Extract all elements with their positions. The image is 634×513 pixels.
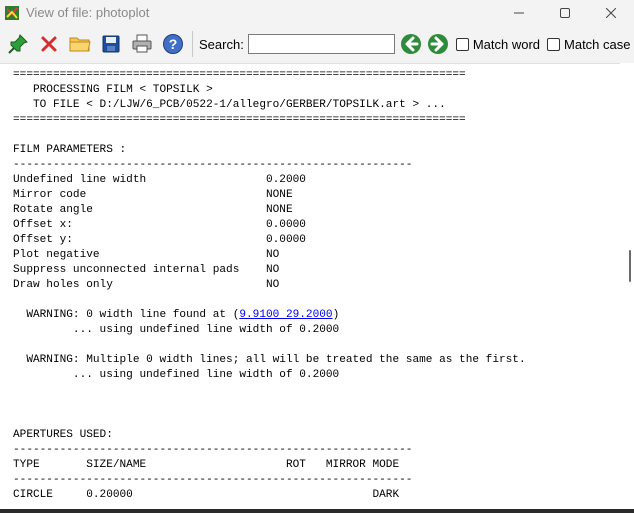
- x-close-icon: [41, 36, 56, 52]
- match-word-label: Match word: [472, 36, 541, 52]
- film-param-value: 0.0000: [265, 234, 306, 246]
- film-param-name: Suppress unconnected internal pads: [13, 264, 266, 276]
- film-param-value: NONE: [265, 204, 293, 216]
- maximize-icon: [560, 7, 570, 18]
- film-param-name: Undefined line width: [13, 174, 266, 186]
- warning-detail-line: ... using undefined line width of 0.2000: [13, 324, 340, 336]
- bottom-edge: [0, 509, 634, 513]
- warning-line: WARNING: 0 width line found at (9.9100 2…: [13, 309, 340, 321]
- apertures-header: APERTURES USED:: [13, 429, 113, 441]
- log-text: ========================================…: [0, 64, 620, 503]
- close-button[interactable]: [588, 0, 634, 25]
- film-param-value: NO: [265, 249, 280, 261]
- toolbar: ? Search: Match word Match case: [0, 25, 634, 63]
- open-button[interactable]: [64, 29, 95, 59]
- film-param-row: Offset y: 0.0000: [13, 234, 306, 246]
- search-input[interactable]: [247, 34, 395, 54]
- film-param-row: Rotate angle NONE: [13, 204, 293, 216]
- to-file-line: TO FILE < D:/LJW/6_PCB/0522-1/allegro/GE…: [13, 99, 446, 111]
- minimize-icon: [514, 12, 524, 13]
- floppy-disk-icon: [102, 35, 119, 53]
- film-params-list: Undefined line width 0.2000 Mirror code …: [13, 174, 306, 291]
- film-params-header: FILM PARAMETERS :: [13, 144, 127, 156]
- processing-line: PROCESSING FILM < TOPSILK >: [13, 84, 213, 96]
- warning-line: WARNING: Multiple 0 width lines; all wil…: [13, 354, 526, 366]
- film-param-name: Mirror code: [13, 189, 266, 201]
- scrollbar-thumb[interactable]: [629, 250, 631, 282]
- rule-line: ----------------------------------------…: [13, 474, 413, 486]
- delete-button[interactable]: [33, 29, 64, 59]
- help-question-icon: ?: [162, 34, 183, 54]
- film-param-name: Plot negative: [13, 249, 266, 261]
- title-bar: View of file: photoplot: [0, 0, 634, 25]
- save-button[interactable]: [95, 29, 126, 59]
- separator-line: ========================================…: [13, 69, 466, 81]
- film-param-value: NO: [265, 264, 280, 276]
- film-param-name: Offset x:: [13, 219, 266, 231]
- match-word-checkbox[interactable]: [455, 37, 469, 51]
- printer-icon: [132, 34, 151, 53]
- file-view-pane[interactable]: ========================================…: [0, 63, 620, 510]
- match-case-label: Match case: [564, 36, 631, 52]
- window-title: View of file: photoplot: [26, 5, 150, 20]
- match-case-checkbox[interactable]: [547, 37, 561, 51]
- aperture-row: CIRCLE 0.20000 DARK: [13, 489, 400, 501]
- film-param-row: Offset x: 0.0000: [13, 219, 306, 231]
- pin-button[interactable]: [2, 29, 33, 59]
- apertures-column-header: TYPE SIZE/NAME ROT MIRROR MODE: [13, 459, 400, 471]
- match-case-option[interactable]: Match case: [547, 36, 631, 52]
- film-param-name: Offset y:: [13, 234, 266, 246]
- separator-line: ========================================…: [13, 114, 466, 126]
- rule-line: ----------------------------------------…: [13, 159, 413, 171]
- rule-line: ----------------------------------------…: [13, 444, 413, 456]
- search-label: Search:: [199, 36, 244, 52]
- film-param-value: NO: [265, 279, 280, 291]
- film-param-value: 0.0000: [265, 219, 306, 231]
- folder-icon: [69, 37, 91, 52]
- match-word-option[interactable]: Match word: [455, 36, 541, 52]
- film-param-row: Undefined line width 0.2000: [13, 174, 306, 186]
- find-previous-icon[interactable]: [400, 33, 422, 55]
- toolbar-divider: [192, 31, 193, 57]
- minimize-button[interactable]: [496, 0, 542, 25]
- close-icon: [606, 7, 616, 18]
- app-icon: [5, 5, 19, 20]
- svg-text:?: ?: [168, 36, 177, 52]
- film-param-value: 0.2000: [265, 174, 306, 186]
- print-button[interactable]: [126, 29, 157, 59]
- maximize-button[interactable]: [542, 0, 588, 25]
- warning-detail-line: ... using undefined line width of 0.2000: [13, 369, 340, 381]
- film-param-row: Mirror code NONE: [13, 189, 293, 201]
- film-param-value: NONE: [265, 189, 293, 201]
- find-next-icon[interactable]: [427, 33, 449, 55]
- film-param-row: Draw holes only NO: [13, 279, 279, 291]
- help-button[interactable]: ?: [157, 29, 188, 59]
- film-param-name: Draw holes only: [13, 279, 266, 291]
- vertical-scrollbar[interactable]: [620, 63, 634, 510]
- coordinate-link[interactable]: 9.9100 29.2000: [239, 309, 332, 321]
- film-param-row: Plot negative NO: [13, 249, 279, 261]
- aperture-rows: CIRCLE 0.20000 DARK: [13, 489, 399, 501]
- film-param-row: Suppress unconnected internal pads NO: [13, 264, 279, 276]
- film-param-name: Rotate angle: [13, 204, 266, 216]
- pushpin-icon: [7, 34, 28, 54]
